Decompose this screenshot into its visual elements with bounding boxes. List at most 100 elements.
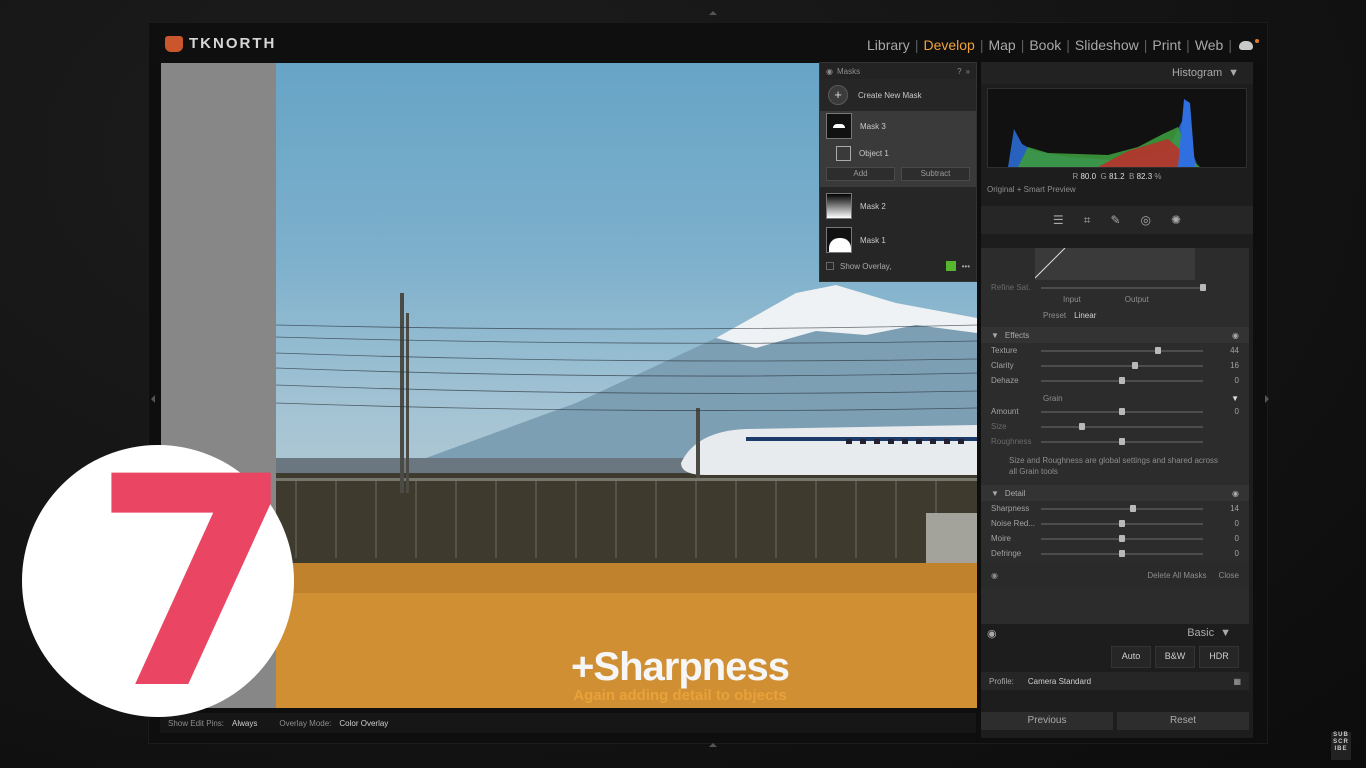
more-options-icon[interactable]: ••• — [962, 262, 970, 271]
detail-slider-sharpness[interactable]: Sharpness 14 — [981, 501, 1249, 516]
reset-button[interactable]: Reset — [1117, 712, 1249, 730]
module-library[interactable]: Library — [863, 37, 914, 53]
slider-value[interactable]: 14 — [1230, 504, 1239, 513]
grain-slider-roughness[interactable]: Roughness — [981, 434, 1249, 449]
add-button[interactable]: Add — [826, 167, 895, 181]
collapse-icon[interactable]: » — [966, 67, 970, 76]
right-panel-toggle-icon[interactable] — [1265, 395, 1269, 403]
close-button[interactable]: Close — [1219, 571, 1239, 580]
top-panel-toggle-icon[interactable] — [709, 11, 717, 15]
effects-slider-texture[interactable]: Texture 44 — [981, 343, 1249, 358]
effects-slider-clarity[interactable]: Clarity 16 — [981, 358, 1249, 373]
profile-browser-icon[interactable]: ▦ — [1233, 677, 1241, 686]
subscribe-button[interactable]: SUB SCR IBE — [1331, 732, 1351, 760]
module-web[interactable]: Web — [1191, 37, 1228, 53]
profile-dropdown[interactable]: Camera Standard — [1028, 677, 1091, 686]
detail-slider-moire[interactable]: Moire 0 — [981, 531, 1249, 546]
show-overlay-row: Show Overlay, ••• — [820, 255, 976, 277]
basic-section-header[interactable]: ◉ Basic ▼ — [981, 624, 1249, 642]
effects-slider-dehaze[interactable]: Dehaze 0 — [981, 373, 1249, 388]
profile-row: Profile: Camera Standard ▦ — [981, 672, 1249, 690]
hdr-button[interactable]: HDR — [1199, 646, 1239, 668]
input-label: Input — [1063, 295, 1081, 304]
eye-icon[interactable]: ◉ — [1232, 489, 1239, 498]
bottom-panel-toggle-icon[interactable] — [709, 743, 717, 747]
slider-label: Clarity — [991, 361, 1014, 370]
slider-value[interactable]: 0 — [1235, 549, 1239, 558]
detail-slider-noise-red[interactable]: Noise Red... 0 — [981, 516, 1249, 531]
slider-label: Texture — [991, 346, 1018, 355]
mask-component-object-1[interactable]: Object 1 — [820, 141, 976, 165]
edit-sliders-icon[interactable]: ☰ — [1053, 213, 1064, 227]
previous-button[interactable]: Previous — [981, 712, 1113, 730]
top-bar: TKNORTH Library | Develop | Map | Book | Sli… — [149, 23, 1267, 63]
slider-knob[interactable] — [1119, 438, 1125, 445]
slider-value[interactable]: 44 — [1230, 346, 1239, 355]
mask-item-mask-3[interactable]: Mask 3 — [820, 111, 976, 141]
bw-button[interactable]: B&W — [1155, 646, 1195, 668]
slider-track — [1041, 535, 1203, 542]
redeye-icon[interactable]: ◎ — [1141, 213, 1151, 227]
grain-header[interactable]: Grain ▼ — [981, 388, 1249, 404]
overlay-mode-dropdown[interactable]: Color Overlay — [339, 719, 388, 728]
delete-all-masks-button[interactable]: Delete All Masks — [1147, 571, 1206, 580]
show-overlay-checkbox[interactable] — [826, 262, 834, 270]
slider-track — [1041, 362, 1203, 369]
crop-icon[interactable]: ⌗ — [1084, 213, 1091, 228]
histogram-header[interactable]: Histogram ▼ — [981, 62, 1253, 84]
slider-value[interactable]: 16 — [1230, 361, 1239, 370]
slider-value[interactable]: 0 — [1235, 534, 1239, 543]
slider-track — [1041, 408, 1203, 415]
disclosure-icon: ▼ — [991, 488, 999, 498]
subtract-button[interactable]: Subtract — [901, 167, 970, 181]
masks-panel: ◉ Masks ? » + Create New Mask Mask 3 Obj… — [819, 62, 977, 282]
slider-knob[interactable] — [1119, 550, 1125, 557]
slider-knob[interactable] — [1119, 535, 1125, 542]
slider-knob[interactable] — [1154, 347, 1161, 354]
grain-slider-amount[interactable]: Amount 0 — [981, 404, 1249, 419]
module-print[interactable]: Print — [1148, 37, 1185, 53]
slider-knob[interactable] — [1119, 377, 1125, 384]
eye-icon[interactable]: ◉ — [1232, 331, 1239, 340]
module-book[interactable]: Book — [1025, 37, 1065, 53]
badge-number: 7 — [92, 416, 294, 753]
slider-knob[interactable] — [1119, 520, 1125, 527]
slider-knob[interactable] — [1131, 362, 1138, 369]
grain-slider-size[interactable]: Size — [981, 419, 1249, 434]
preset-dropdown[interactable]: Linear — [1074, 311, 1096, 320]
slider-value[interactable]: 0 — [1235, 519, 1239, 528]
help-icon[interactable]: ? — [957, 67, 961, 76]
masking-icon[interactable]: ✺ — [1171, 213, 1181, 227]
heal-icon[interactable]: ✎ — [1110, 213, 1120, 227]
module-map[interactable]: Map — [984, 37, 1019, 53]
effects-section-header[interactable]: ▼ Effects ◉ — [981, 327, 1249, 343]
b-label: B — [1129, 172, 1135, 181]
module-develop[interactable]: Develop — [919, 37, 978, 53]
slider-knob[interactable] — [1119, 408, 1125, 415]
mask-item-mask-2[interactable]: Mask 2 — [820, 191, 976, 221]
slider-knob[interactable] — [1130, 505, 1137, 512]
slider-value[interactable]: 0 — [1235, 407, 1239, 416]
tone-curve[interactable] — [981, 248, 1249, 280]
auto-button[interactable]: Auto — [1111, 646, 1151, 668]
eye-icon[interactable]: ◉ — [826, 67, 833, 76]
overlay-color-swatch[interactable] — [945, 261, 956, 271]
detail-section-header[interactable]: ▼ Detail ◉ — [981, 485, 1249, 501]
create-new-mask-button[interactable]: + Create New Mask — [820, 79, 976, 111]
histogram[interactable] — [987, 88, 1247, 168]
r-value: 80.0 — [1080, 172, 1097, 181]
refine-saturation-slider[interactable]: Refine Sat. — [981, 280, 1249, 295]
module-slideshow[interactable]: Slideshow — [1071, 37, 1143, 53]
mask-item-mask-1[interactable]: Mask 1 — [820, 225, 976, 255]
cloud-sync-icon[interactable] — [1239, 38, 1259, 50]
slider-value[interactable]: 0 — [1235, 376, 1239, 385]
left-panel-toggle-icon[interactable] — [151, 395, 155, 403]
slider-knob[interactable] — [1078, 423, 1085, 430]
create-new-mask-label: Create New Mask — [858, 90, 922, 100]
eye-icon[interactable]: ◉ — [981, 627, 997, 640]
disclosure-icon: ▼ — [991, 330, 999, 340]
slider-label: Defringe — [991, 549, 1022, 558]
eye-icon[interactable]: ◉ — [991, 571, 998, 580]
previous-reset-row: Previous Reset — [981, 712, 1249, 730]
detail-slider-defringe[interactable]: Defringe 0 — [981, 546, 1249, 561]
